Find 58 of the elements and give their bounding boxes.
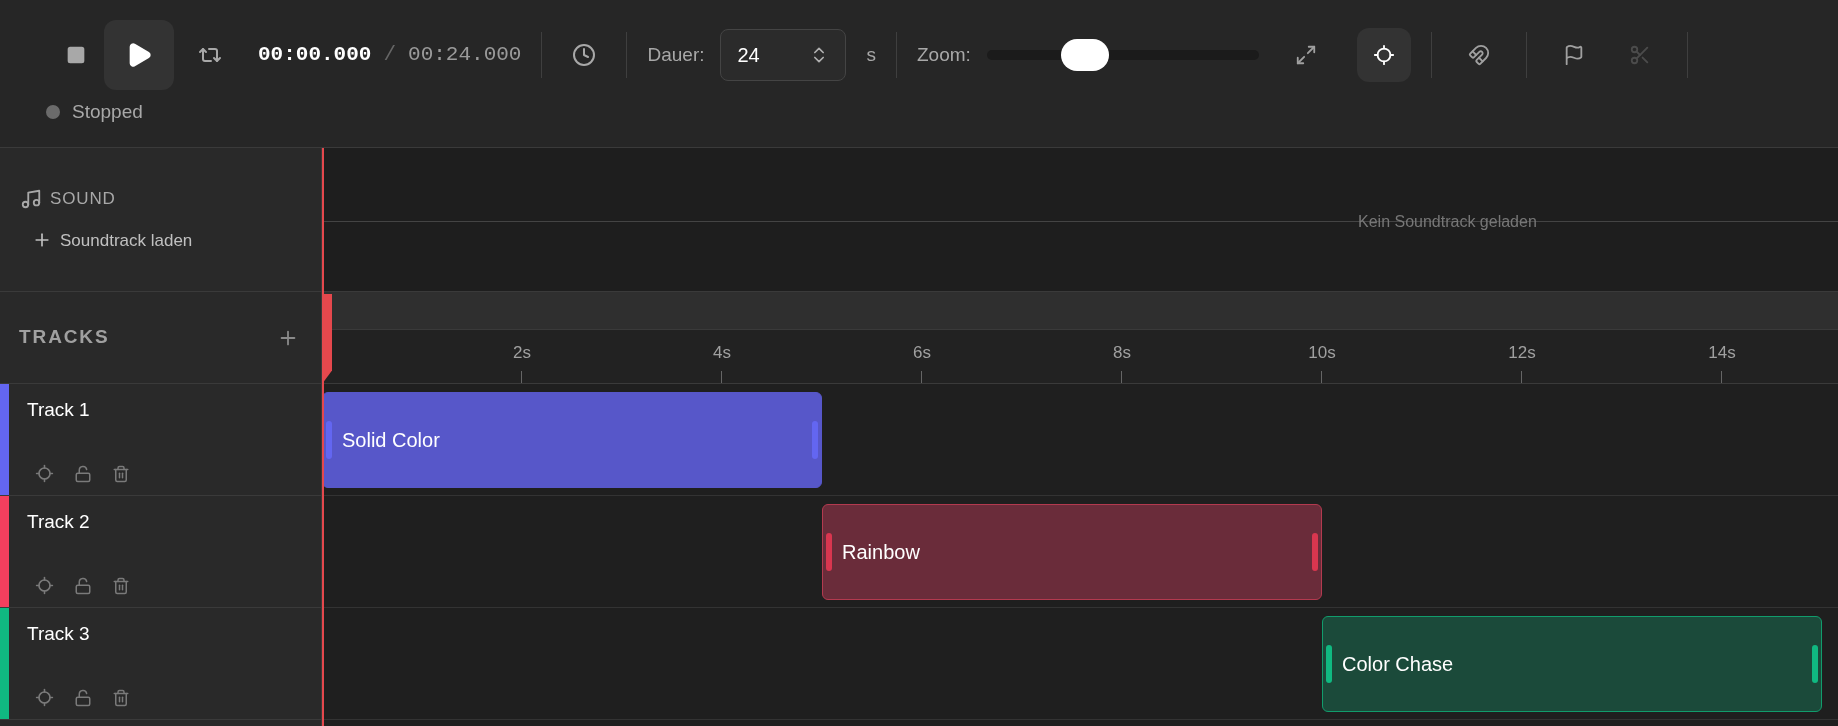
- clip-label: Color Chase: [1342, 651, 1454, 677]
- zoom-slider[interactable]: [986, 38, 1259, 72]
- tracks-title: TRACKS: [19, 325, 110, 350]
- load-soundtrack-button[interactable]: Soundtrack laden: [32, 227, 193, 253]
- resize-handle[interactable]: [1312, 532, 1318, 571]
- resize-handle[interactable]: [812, 420, 818, 459]
- resize-handle[interactable]: [1812, 644, 1818, 683]
- track-name: Track 2: [27, 510, 91, 534]
- resize-handle[interactable]: [826, 532, 832, 571]
- stop-icon: [66, 45, 86, 65]
- target-icon[interactable]: [35, 464, 54, 483]
- target-icon[interactable]: [35, 576, 54, 595]
- scissors-icon: [1628, 44, 1651, 66]
- effect-clip[interactable]: Solid Color: [322, 391, 822, 488]
- time-separator: /: [383, 42, 397, 69]
- ruler-label: 4s: [712, 342, 732, 364]
- play-button[interactable]: [104, 20, 174, 90]
- ruler-label: 14s: [1707, 342, 1737, 364]
- playhead-handle[interactable]: [322, 294, 332, 384]
- music-note-icon: [20, 187, 42, 210]
- track-header[interactable]: Track 2: [0, 496, 321, 608]
- clip-label: Rainbow: [842, 539, 920, 565]
- zoom-label: Zoom:: [917, 42, 971, 67]
- target-icon[interactable]: [35, 688, 54, 707]
- track-header[interactable]: Track 1: [0, 384, 321, 496]
- trash-icon[interactable]: [112, 688, 130, 707]
- effect-clip[interactable]: Color Chase: [1322, 615, 1822, 712]
- clip-label: Solid Color: [342, 427, 440, 453]
- ruler-label: 6s: [912, 342, 932, 364]
- ruler-label: 2s: [512, 342, 532, 364]
- effect-clip[interactable]: Rainbow: [822, 503, 1322, 600]
- current-time: 00:00.000: [258, 42, 372, 69]
- ruler-label: 8s: [1112, 342, 1132, 364]
- empty-soundtrack-message: Kein Soundtrack geladen: [1358, 212, 1538, 232]
- lock-icon[interactable]: [74, 688, 92, 707]
- ruler-label: 12s: [1507, 342, 1537, 364]
- track-name: Track 1: [27, 398, 91, 422]
- duration-field[interactable]: 24: [720, 29, 847, 81]
- clock-icon: [572, 43, 597, 67]
- lock-icon[interactable]: [74, 576, 92, 595]
- resize-handle[interactable]: [1326, 644, 1332, 683]
- lock-icon[interactable]: [74, 464, 92, 483]
- trash-icon[interactable]: [112, 464, 130, 483]
- duration-label: Dauer:: [647, 42, 705, 67]
- total-time: 00:24.000: [408, 42, 522, 69]
- expand-icon: [1294, 44, 1317, 66]
- resize-handle[interactable]: [326, 420, 332, 459]
- target-icon: [1372, 44, 1395, 66]
- trash-icon[interactable]: [112, 576, 130, 595]
- track-name: Track 3: [27, 622, 91, 646]
- target-button[interactable]: [1356, 28, 1411, 82]
- track-header[interactable]: Track 3: [0, 608, 321, 720]
- slider-thumb[interactable]: [1060, 39, 1109, 71]
- sound-title: SOUND: [50, 188, 116, 210]
- duration-unit: s: [866, 42, 876, 67]
- status-text: Stopped: [72, 100, 143, 124]
- ruler-label: 10s: [1307, 342, 1337, 364]
- magnet-icon: [1467, 44, 1490, 66]
